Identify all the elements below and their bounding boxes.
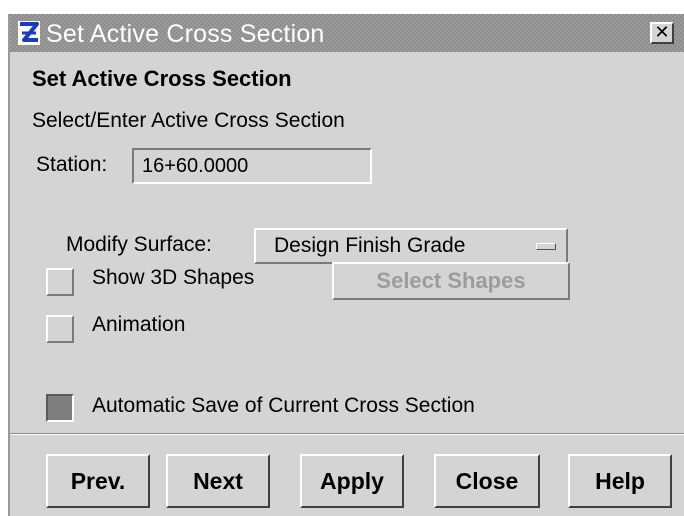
- close-button[interactable]: Close: [434, 454, 540, 508]
- select-shapes-button[interactable]: Select Shapes: [332, 262, 570, 300]
- window-title: Set Active Cross Section: [46, 20, 325, 48]
- close-icon: ✕: [654, 22, 670, 42]
- dialog-instruction: Select/Enter Active Cross Section: [32, 109, 345, 132]
- option-menu-indicator-icon: [536, 243, 556, 250]
- animation-label: Animation: [92, 313, 186, 336]
- show-3d-shapes-label: Show 3D Shapes: [92, 266, 255, 289]
- animation-checkbox[interactable]: [46, 315, 74, 343]
- station-input[interactable]: [132, 148, 372, 184]
- help-button[interactable]: Help: [568, 454, 672, 508]
- prev-button[interactable]: Prev.: [46, 454, 150, 508]
- button-area-separator: [10, 433, 684, 435]
- show-3d-shapes-checkbox[interactable]: [46, 268, 74, 296]
- modify-surface-label: Modify Surface:: [66, 233, 212, 256]
- app-logo-icon: [18, 21, 40, 45]
- title-bar[interactable]: Set Active Cross Section ✕: [10, 14, 684, 52]
- modify-surface-value: Design Finish Grade: [274, 234, 466, 257]
- set-active-cross-section-dialog: Set Active Cross Section ✕ Set Active Cr…: [8, 14, 684, 516]
- close-window-button[interactable]: ✕: [650, 22, 674, 44]
- next-button[interactable]: Next: [166, 454, 270, 508]
- automatic-save-checkbox[interactable]: [46, 394, 74, 422]
- dialog-heading: Set Active Cross Section: [32, 66, 292, 91]
- apply-button[interactable]: Apply: [300, 454, 404, 508]
- modify-surface-dropdown[interactable]: Design Finish Grade: [254, 228, 568, 264]
- station-label: Station:: [36, 153, 108, 176]
- automatic-save-label: Automatic Save of Current Cross Section: [92, 394, 475, 417]
